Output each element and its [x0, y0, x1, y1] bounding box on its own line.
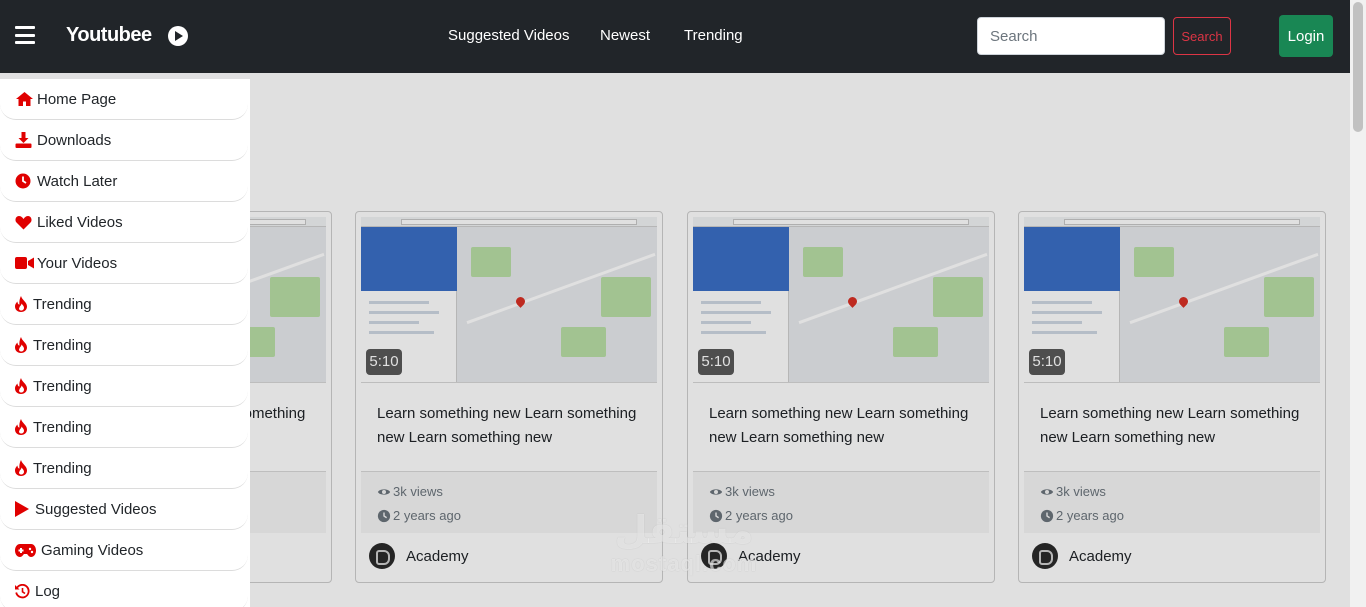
sidebar-item-label: Liked Videos: [37, 213, 123, 231]
play-circle-icon: [168, 26, 188, 46]
sidebar-item-label: Log: [35, 582, 61, 600]
nav-link-suggested-videos[interactable]: Suggested Videos: [448, 27, 570, 44]
sidebar-item-label: Trending: [33, 459, 92, 477]
search-input[interactable]: [977, 17, 1165, 55]
sidebar-item-trending[interactable]: Trending: [0, 325, 248, 366]
sidebar-item-home-page[interactable]: Home Page: [0, 79, 248, 120]
sidebar-item-downloads[interactable]: Downloads: [0, 120, 248, 161]
sidebar-item-label: Suggested Videos: [35, 500, 157, 518]
sidebar-item-label: Watch Later: [37, 172, 118, 190]
scrollbar-thumb[interactable]: [1353, 2, 1363, 132]
home-icon: [15, 90, 35, 108]
sidebar-item-liked-videos[interactable]: Liked Videos: [0, 202, 248, 243]
brand-name[interactable]: Youtubee: [66, 24, 152, 47]
fire-icon: [15, 418, 31, 436]
play-icon: [15, 500, 33, 518]
sidebar-item-watch-later[interactable]: Watch Later: [0, 161, 248, 202]
download-icon: [15, 131, 35, 149]
login-button[interactable]: Login: [1279, 15, 1333, 57]
menu-icon[interactable]: [15, 26, 35, 44]
sidebar-item-label: Gaming Videos: [41, 541, 144, 559]
sidebar-item-gaming-videos[interactable]: Gaming Videos: [0, 530, 248, 571]
sidebar-item-trending[interactable]: Trending: [0, 366, 248, 407]
sidebar-item-label: Home Page: [37, 90, 117, 108]
watermark: مستقل mostaql.com: [610, 508, 758, 576]
sidebar-item-label: Trending: [33, 418, 92, 436]
history-icon: [15, 582, 33, 600]
sidebar-item-your-videos[interactable]: Your Videos: [0, 243, 248, 284]
sidebar-item-suggested-videos[interactable]: Suggested Videos: [0, 489, 248, 530]
video-camera-icon: [15, 254, 35, 272]
sidebar-item-label: Your Videos: [37, 254, 118, 272]
navbar: Youtubee Suggested Videos Newest Trendin…: [0, 0, 1350, 73]
fire-icon: [15, 336, 31, 354]
fire-icon: [15, 295, 31, 313]
fire-icon: [15, 377, 31, 395]
sidebar-item-label: Trending: [33, 377, 92, 395]
clock-icon: [15, 172, 35, 190]
search-button[interactable]: Search: [1173, 17, 1231, 55]
sidebar-item-label: Trending: [33, 336, 92, 354]
nav-link-newest[interactable]: Newest: [600, 27, 650, 44]
sidebar: Home Page Downloads Watch Later Liked Vi…: [0, 79, 250, 607]
gamepad-icon: [15, 541, 39, 559]
sidebar-item-trending[interactable]: Trending: [0, 407, 248, 448]
heart-icon: [15, 213, 35, 231]
page-scrollbar[interactable]: [1350, 0, 1366, 607]
sidebar-item-label: Trending: [33, 295, 92, 313]
sidebar-item-log[interactable]: Log: [0, 571, 248, 607]
fire-icon: [15, 459, 31, 477]
nav-link-trending[interactable]: Trending: [684, 27, 743, 44]
sidebar-item-trending[interactable]: Trending: [0, 448, 248, 489]
sidebar-item-trending[interactable]: Trending: [0, 284, 248, 325]
sidebar-item-label: Downloads: [37, 131, 112, 149]
